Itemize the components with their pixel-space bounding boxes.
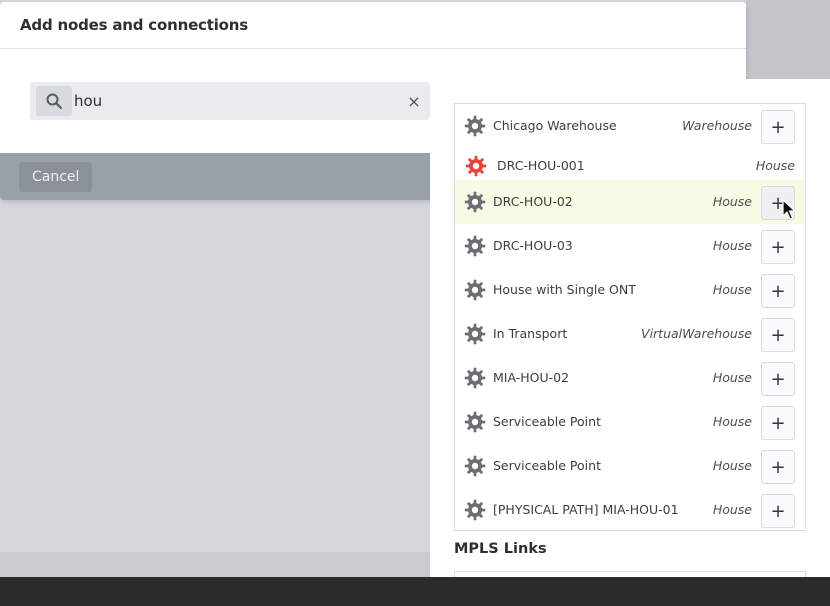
add-node-button[interactable]: + <box>761 230 795 264</box>
gear-icon <box>464 191 486 213</box>
node-name: DRC-HOU-03 <box>493 238 573 253</box>
backdrop-strip <box>0 552 430 577</box>
modal-header: Add nodes and connections <box>0 2 746 49</box>
gear-icon <box>464 323 486 345</box>
search-results-panel: Chicago Warehouse Warehouse + DRC-HOU-00… <box>430 79 830 577</box>
gear-icon <box>464 411 486 433</box>
node-name: [PHYSICAL PATH] MIA-HOU-01 <box>493 502 679 517</box>
gear-icon <box>464 235 486 257</box>
gear-icon <box>464 499 486 521</box>
node-name: Serviceable Point <box>493 458 601 473</box>
mouse-cursor-icon <box>782 199 796 220</box>
bottom-bar <box>0 577 830 606</box>
list-item[interactable]: DRC-HOU-02 House + <box>455 180 805 224</box>
node-type: House <box>712 414 752 429</box>
list-item[interactable]: In Transport VirtualWarehouse + <box>455 312 805 356</box>
node-results-list: Chicago Warehouse Warehouse + DRC-HOU-00… <box>454 103 806 531</box>
add-node-button[interactable]: + <box>761 318 795 352</box>
node-type: House <box>755 158 795 173</box>
list-item[interactable]: House with Single ONT House + <box>455 268 805 312</box>
node-type: House <box>712 238 752 253</box>
clear-search-icon[interactable]: × <box>404 91 424 111</box>
search-input[interactable] <box>74 82 394 120</box>
backdrop-overlay <box>746 0 830 80</box>
list-item[interactable]: Serviceable Point House + <box>455 400 805 444</box>
gear-icon <box>464 455 486 477</box>
gear-icon <box>465 155 487 177</box>
node-name: DRC-HOU-001 <box>497 158 585 173</box>
node-name: Chicago Warehouse <box>493 118 617 133</box>
list-item[interactable]: Serviceable Point House + <box>455 444 805 488</box>
add-node-button[interactable]: + <box>761 494 795 528</box>
node-name: DRC-HOU-02 <box>493 194 573 209</box>
node-name: In Transport <box>493 326 568 341</box>
list-item[interactable]: DRC-HOU-001 House <box>455 148 805 184</box>
node-type: House <box>712 282 752 297</box>
search-icon[interactable] <box>36 86 72 116</box>
list-item[interactable]: DRC-HOU-03 House + <box>455 224 805 268</box>
list-item[interactable]: [PHYSICAL PATH] MIA-HOU-01 House + <box>455 488 805 532</box>
node-type: House <box>712 458 752 473</box>
section-title-mpls-links: MPLS Links <box>454 541 547 557</box>
add-node-button[interactable]: + <box>761 274 795 308</box>
add-node-button[interactable]: + <box>761 406 795 440</box>
gear-icon <box>464 115 486 137</box>
search-bar: × <box>30 82 430 120</box>
list-item[interactable]: MIA-HOU-02 House + <box>455 356 805 400</box>
node-type: House <box>712 194 752 209</box>
gear-icon <box>464 367 486 389</box>
node-name: House with Single ONT <box>493 282 636 297</box>
node-type: House <box>712 502 752 517</box>
add-node-button[interactable]: + <box>761 450 795 484</box>
modal-title: Add nodes and connections <box>20 16 248 34</box>
node-type: VirtualWarehouse <box>641 326 752 341</box>
list-item[interactable]: Chicago Warehouse Warehouse + <box>455 104 805 148</box>
node-name: MIA-HOU-02 <box>493 370 570 385</box>
node-type: House <box>712 370 752 385</box>
add-node-button[interactable]: + <box>761 362 795 396</box>
cancel-button[interactable]: Cancel <box>19 162 93 192</box>
node-name: Serviceable Point <box>493 414 601 429</box>
gear-icon <box>464 279 486 301</box>
node-type: Warehouse <box>682 118 752 133</box>
add-node-button[interactable]: + <box>761 110 795 144</box>
